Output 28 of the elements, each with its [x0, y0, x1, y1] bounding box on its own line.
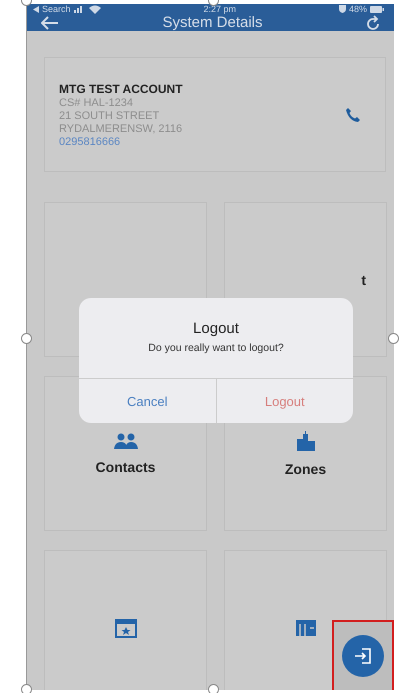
- account-name: MTG TEST ACCOUNT: [59, 82, 183, 96]
- tile-label: Contacts: [96, 458, 156, 474]
- selection-handle[interactable]: [21, 333, 32, 344]
- battery-icon: [370, 6, 384, 12]
- screen-title: System Details: [162, 14, 263, 31]
- back-arrow-icon[interactable]: [41, 16, 59, 30]
- tile-label: Zones: [284, 460, 326, 476]
- buildings-icon: [296, 430, 314, 450]
- menu-tile[interactable]: [44, 550, 207, 690]
- back-arrow-icon: [33, 6, 39, 12]
- account-detail: 21 SOUTH STREET: [59, 110, 160, 122]
- wifi-icon: [88, 4, 101, 14]
- selection-handle[interactable]: [21, 684, 32, 693]
- selection-handle[interactable]: [208, 684, 219, 693]
- logout-button[interactable]: Logout: [216, 379, 353, 423]
- logout-fab[interactable]: [342, 635, 384, 677]
- tile-label: t: [361, 272, 366, 288]
- account-detail: CS# HAL-1234: [59, 96, 134, 108]
- selection-handle[interactable]: [388, 333, 399, 344]
- back-label[interactable]: Search: [42, 4, 71, 14]
- phone-icon[interactable]: [345, 106, 361, 122]
- refresh-icon[interactable]: [366, 14, 380, 30]
- status-time: 2:27 pm: [203, 4, 236, 14]
- battery-percent: 48%: [348, 4, 367, 14]
- account-detail: RYDALMERENSW, 2116: [59, 122, 183, 134]
- logout-icon: [354, 647, 372, 665]
- shield-icon: [338, 5, 346, 13]
- people-icon: [114, 432, 138, 448]
